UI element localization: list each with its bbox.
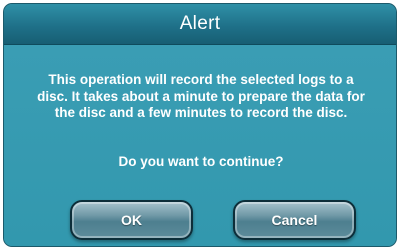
dialog-body: This operation will record the selected … — [4, 45, 396, 246]
dialog-title: Alert — [179, 13, 221, 34]
dialog-question: Do you want to continue? — [118, 154, 284, 169]
dialog-message: This operation will record the selected … — [37, 72, 365, 120]
alert-dialog: Alert This operation will record the sel… — [3, 3, 397, 247]
ok-button-label: OK — [121, 212, 142, 228]
dialog-titlebar: Alert — [4, 4, 396, 45]
ok-button[interactable]: OK — [70, 200, 193, 240]
cancel-button-label: Cancel — [271, 212, 318, 228]
cancel-button[interactable]: Cancel — [233, 200, 356, 240]
